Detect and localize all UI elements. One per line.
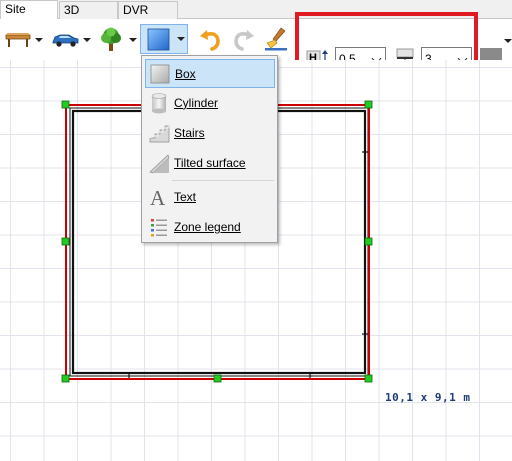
menu-item-label: Cylinder [174, 96, 219, 110]
cylinder-icon [151, 93, 167, 114]
handle-mid-left [61, 237, 70, 246]
redo-icon[interactable] [229, 26, 257, 52]
handle-bottom-mid [213, 374, 222, 383]
handle-mid-right [364, 237, 373, 246]
handle-bottom-right [364, 374, 373, 383]
car-icon[interactable] [50, 26, 80, 52]
dimensions-label: 10,1 x 9,1 m [385, 391, 471, 404]
handle-bottom-left [61, 374, 70, 383]
menu-item-zone-legend[interactable]: Zone legend [145, 213, 275, 242]
tab-site-plan[interactable]: Site Plan [0, 0, 58, 33]
menu-item-stairs[interactable]: Stairs [145, 119, 275, 148]
highlight-annotation [295, 12, 478, 66]
menu-item-label: Stairs [174, 126, 205, 140]
menu-item-tilted-surface[interactable]: Tilted surface [145, 149, 275, 178]
bench-icon[interactable] [4, 26, 32, 52]
menu-item-cylinder[interactable]: Cylinder [145, 89, 275, 118]
menu-item-text[interactable]: A Text [145, 183, 275, 212]
menu-item-label: Box [175, 67, 196, 81]
menu-item-label: Zone legend [174, 220, 241, 234]
menu-item-label: Text [174, 190, 197, 204]
bench-dropdown-arrow[interactable] [35, 38, 43, 42]
tree-icon[interactable] [97, 26, 125, 52]
color-dropdown-arrow[interactable] [504, 39, 512, 43]
handle-top-left [61, 100, 70, 109]
zone-legend-icon [151, 219, 167, 237]
text-icon: A [150, 186, 166, 208]
menu-separator [172, 180, 274, 181]
shape-dropdown-menu: Box Cylinder Stairs Tilted surface A Tex… [141, 55, 278, 243]
tree-dropdown-arrow[interactable] [129, 38, 137, 42]
box-dropdown-arrow[interactable] [177, 37, 185, 41]
box-icon [147, 28, 170, 51]
svg-text:A: A [150, 186, 166, 208]
undo-icon[interactable] [197, 26, 225, 52]
tab-3d-views[interactable]: 3D Views [59, 1, 118, 34]
menu-item-box[interactable]: Box [145, 59, 275, 88]
stairs-icon [149, 125, 170, 143]
tab-dvr-view[interactable]: DVR View [118, 1, 178, 34]
brush-icon[interactable] [262, 26, 290, 52]
tilted-surface-icon [149, 154, 170, 174]
box-icon [150, 64, 170, 84]
menu-item-label: Tilted surface [174, 156, 246, 170]
box-tool-button[interactable] [140, 24, 188, 54]
handle-top-right [364, 100, 373, 109]
car-dropdown-arrow[interactable] [83, 38, 91, 42]
